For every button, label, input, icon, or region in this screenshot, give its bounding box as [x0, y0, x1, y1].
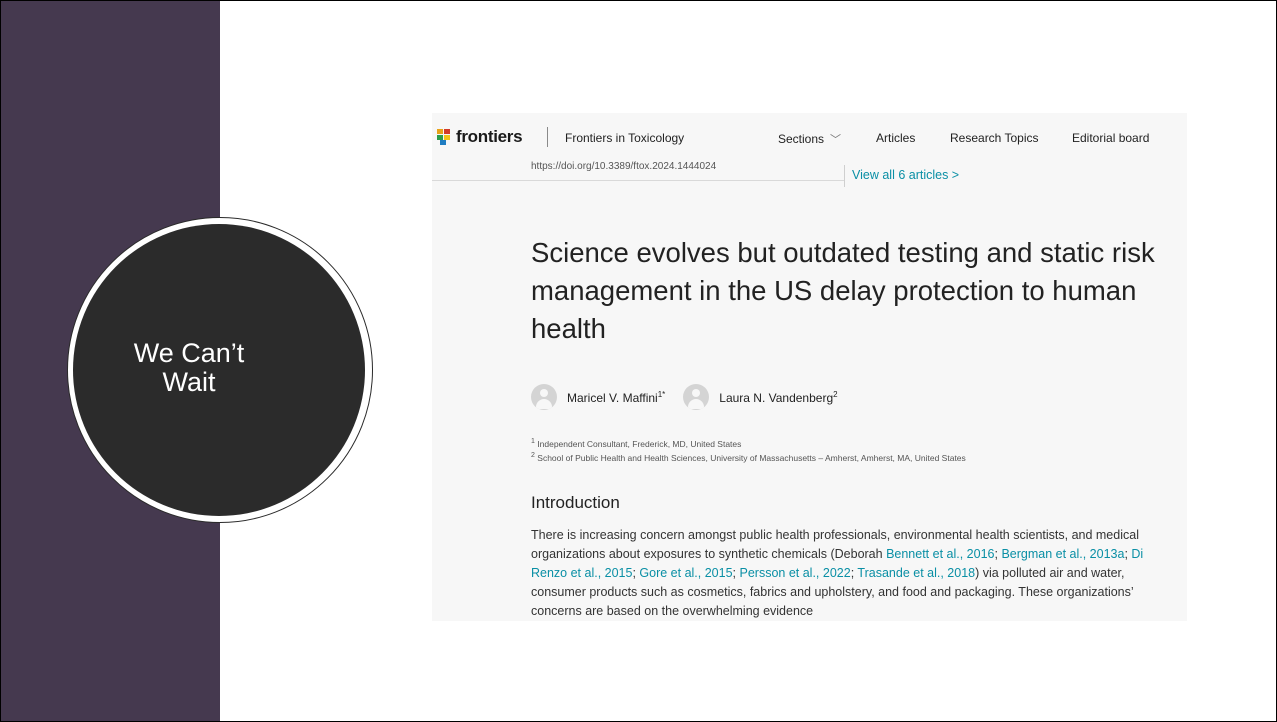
- affiliation-line: 2 School of Public Health and Health Sci…: [531, 451, 966, 463]
- nav-articles[interactable]: Articles: [876, 131, 915, 145]
- nav-research-topics[interactable]: Research Topics: [950, 131, 1039, 145]
- chevron-down-icon: ﹀: [830, 134, 842, 146]
- citation-link[interactable]: Bergman et al., 2013a: [1001, 547, 1124, 561]
- author-name[interactable]: Laura N. Vandenberg2: [719, 390, 837, 405]
- affiliations: 1 Independent Consultant, Frederick, MD,…: [531, 436, 966, 464]
- frontiers-logo[interactable]: frontiers: [436, 127, 523, 147]
- nav-divider: [547, 127, 548, 147]
- author-list: Maricel V. Maffini1* Laura N. Vandenberg…: [531, 384, 856, 410]
- doi-link[interactable]: https://doi.org/10.3389/ftox.2024.144402…: [531, 161, 716, 172]
- section-heading: Introduction: [531, 493, 620, 512]
- citation-link[interactable]: Persson et al., 2022: [740, 566, 851, 580]
- avatar: [531, 384, 557, 410]
- citation-link[interactable]: Bennett et al., 2016: [886, 547, 994, 561]
- citation-link[interactable]: Trasande et al., 2018: [857, 566, 975, 580]
- journal-name[interactable]: Frontiers in Toxicology: [565, 131, 684, 145]
- article-screenshot: frontiers Frontiers in Toxicology Sectio…: [432, 113, 1187, 621]
- frontiers-logo-icon: [437, 129, 450, 145]
- citation-link[interactable]: Gore et al., 2015: [639, 566, 732, 580]
- logo-wordmark: frontiers: [456, 127, 523, 146]
- header-separator: [844, 165, 845, 187]
- header-rule: [432, 180, 844, 181]
- title-circle: We Can’t Wait: [73, 224, 365, 516]
- view-all-articles-link[interactable]: View all 6 articles >: [852, 168, 959, 182]
- site-nav: frontiers Frontiers in Toxicology Sectio…: [432, 113, 1187, 161]
- avatar: [683, 384, 710, 410]
- intro-paragraph: There is increasing concern amongst publ…: [531, 528, 1144, 618]
- slide-title: We Can’t Wait: [133, 338, 245, 397]
- nav-sections-label: Sections: [778, 132, 825, 146]
- nav-sections[interactable]: Sections ﹀: [778, 131, 841, 147]
- affiliation-line: 1 Independent Consultant, Frederick, MD,…: [531, 438, 742, 449]
- article-title: Science evolves but outdated testing and…: [531, 237, 1155, 344]
- presentation-slide: We Can’t Wait frontiers Frontiers in Tox…: [0, 0, 1277, 722]
- author-name[interactable]: Maricel V. Maffini1*: [567, 390, 665, 405]
- nav-editorial-board[interactable]: Editorial board: [1072, 131, 1149, 145]
